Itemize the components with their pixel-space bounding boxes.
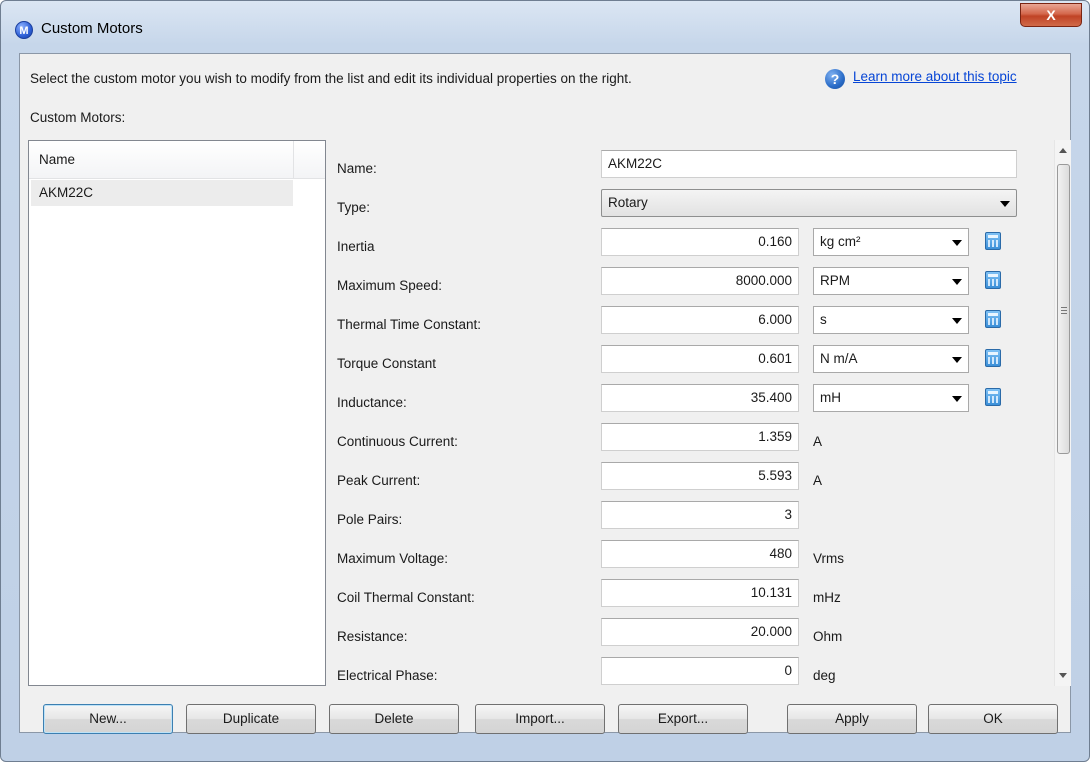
calculator-icon[interactable] [985,349,1001,367]
chevron-down-icon [952,357,962,363]
max-voltage-unit: Vrms [813,551,844,566]
inductance-label: Inductance: [337,395,407,410]
column-header-name[interactable]: Name [29,141,294,179]
torque-constant-field[interactable]: 0.601 [601,345,799,373]
chevron-down-icon [952,240,962,246]
close-button[interactable]: X [1020,3,1082,27]
properties-panel: Name: AKM22C Type: Rotary Inertia 0.160 … [327,140,1071,686]
peak-current-unit: A [813,473,823,488]
type-select[interactable]: Rotary [601,189,1017,217]
thermal-time-constant-field[interactable]: 6.000 [601,306,799,334]
resistance-label: Resistance: [337,629,408,644]
chevron-down-icon [952,396,962,402]
apply-button[interactable]: Apply [787,704,917,734]
grip-icon [1061,307,1067,314]
duplicate-button[interactable]: Duplicate [186,704,316,734]
inductance-unit-value: mH [820,390,841,405]
peak-current-label: Peak Current: [337,473,421,488]
calculator-icon[interactable] [985,310,1001,328]
electrical-phase-unit: deg [813,668,836,683]
custom-motors-list[interactable]: Name AKM22C [28,140,326,686]
thermal-time-constant-unit-select[interactable]: s [813,306,969,334]
learn-more-link[interactable]: Learn more about this topic [853,69,1017,84]
inertia-unit-value: kg cm² [820,234,861,249]
delete-button[interactable]: Delete [329,704,459,734]
properties-scrollbar[interactable] [1054,140,1071,686]
pole-pairs-field[interactable]: 3 [601,501,799,529]
window-title: Custom Motors [41,20,143,37]
name-label: Name: [337,161,377,176]
list-header: Name [29,141,325,179]
dialog-client-area: Select the custom motor you wish to modi… [19,53,1071,734]
calculator-icon[interactable] [985,271,1001,289]
inductance-unit-select[interactable]: mH [813,384,969,412]
max-speed-unit-select[interactable]: RPM [813,267,969,295]
continuous-current-unit: A [813,434,823,449]
torque-constant-unit-select[interactable]: N m/A [813,345,969,373]
coil-thermal-constant-unit: mHz [813,590,841,605]
max-speed-label: Maximum Speed: [337,278,443,293]
inertia-field[interactable]: 0.160 [601,228,799,256]
chevron-down-icon [952,279,962,285]
continuous-current-field[interactable]: 1.359 [601,423,799,451]
scroll-up-icon[interactable] [1059,148,1067,153]
import-button[interactable]: Import... [475,704,605,734]
type-label: Type: [337,200,371,215]
max-voltage-label: Maximum Voltage: [337,551,449,566]
thermal-time-constant-unit-value: s [820,312,827,327]
scroll-down-icon[interactable] [1059,673,1067,678]
max-voltage-field[interactable]: 480 [601,540,799,568]
instructions-text: Select the custom motor you wish to modi… [30,71,632,86]
inductance-field[interactable]: 35.400 [601,384,799,412]
thermal-time-constant-label: Thermal Time Constant: [337,317,482,332]
peak-current-field[interactable]: 5.593 [601,462,799,490]
max-speed-field[interactable]: 8000.000 [601,267,799,295]
custom-motors-window: M Custom Motors X Select the custom moto… [0,0,1090,762]
calculator-icon[interactable] [985,232,1001,250]
calculator-icon[interactable] [985,388,1001,406]
max-speed-unit-value: RPM [820,273,850,288]
coil-thermal-constant-label: Coil Thermal Constant: [337,590,475,605]
inertia-unit-select[interactable]: kg cm² [813,228,969,256]
name-field[interactable]: AKM22C [601,150,1017,178]
help-question-icon[interactable]: ? [825,69,845,89]
title-bar[interactable]: M Custom Motors X [1,1,1089,53]
continuous-current-label: Continuous Current: [337,434,458,449]
inertia-label: Inertia [337,239,375,254]
resistance-unit: Ohm [813,629,843,644]
resistance-field[interactable]: 20.000 [601,618,799,646]
coil-thermal-constant-field[interactable]: 10.131 [601,579,799,607]
motor-app-icon: M [15,21,33,39]
export-button[interactable]: Export... [618,704,748,734]
list-item[interactable]: AKM22C [31,180,293,206]
chevron-down-icon [1000,201,1010,207]
pole-pairs-label: Pole Pairs: [337,512,403,527]
torque-constant-label: Torque Constant [337,356,437,371]
electrical-phase-field[interactable]: 0 [601,657,799,685]
custom-motors-caption: Custom Motors: [30,110,126,125]
chevron-down-icon [952,318,962,324]
type-select-value: Rotary [608,195,648,210]
electrical-phase-label: Electrical Phase: [337,668,438,683]
ok-button[interactable]: OK [928,704,1058,734]
torque-constant-unit-value: N m/A [820,351,858,366]
scrollbar-thumb[interactable] [1057,164,1070,454]
new-button[interactable]: New... [43,704,173,734]
